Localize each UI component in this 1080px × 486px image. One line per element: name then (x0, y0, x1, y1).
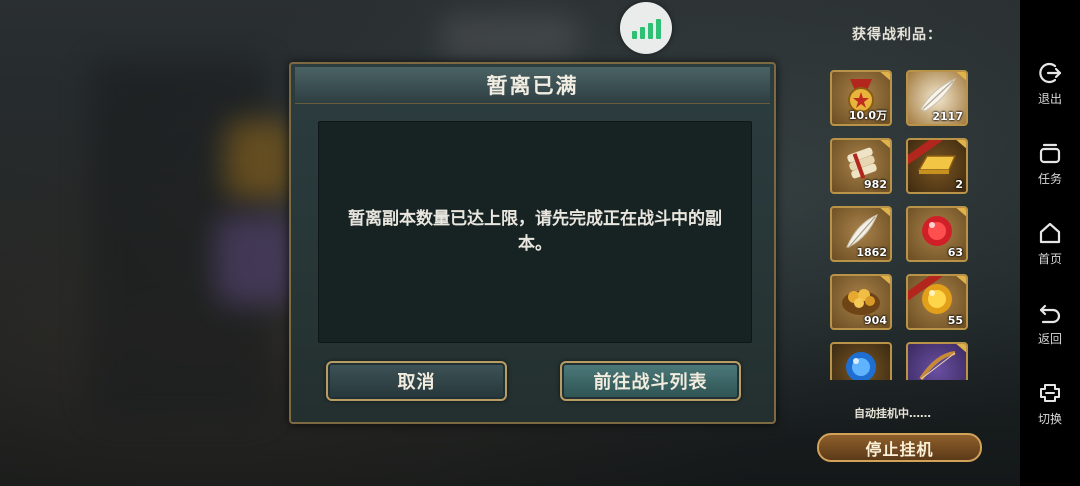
silver-feather-art (920, 77, 957, 112)
red-orb-icon[interactable]: 63 (906, 206, 968, 262)
auto-battle-status: 自动挂机中…… (854, 407, 931, 420)
nav-exit[interactable]: 退出 (1020, 60, 1080, 116)
exit-icon (1039, 62, 1062, 84)
loot-count: 2117 (932, 110, 963, 123)
nav-switch[interactable]: 切换 (1020, 380, 1080, 436)
loot-title: 获得战利品： (852, 27, 942, 43)
signal-bar (639, 27, 645, 39)
blue-orb-art (846, 351, 876, 380)
purple-bow-art (919, 350, 956, 380)
gold-medal-icon[interactable]: 10.0万 (830, 70, 892, 126)
home-icon (1039, 222, 1061, 244)
cancel-button[interactable]: 取消 (326, 361, 507, 401)
rarity-corner (954, 208, 966, 218)
scroll-bundle-art (847, 147, 877, 179)
dialog-header: 暂离已满 (295, 67, 770, 104)
signal-bar (631, 31, 637, 39)
nav-label: 切换 (1037, 412, 1062, 426)
gold-nugget-pouch-icon[interactable]: 904 (830, 274, 892, 330)
dialog-title: 暂离已满 (486, 74, 579, 98)
nav-home[interactable]: 首页 (1020, 220, 1080, 276)
dialog-message: 暂离副本数量已达上限，请先完成正在战斗中的副本。 (348, 209, 722, 254)
gold-bar-icon[interactable]: 2 (906, 138, 968, 194)
loot-count: 55 (947, 314, 963, 327)
side-navigation: 退出 任务 首页 返回 切换 (1020, 0, 1080, 486)
go-to-battle-list-button[interactable]: 前往战斗列表 (560, 361, 741, 401)
signal-bar (655, 19, 661, 39)
gold-nugget-pouch-art (842, 288, 880, 315)
yellow-orb-icon[interactable]: 55 (906, 274, 968, 330)
scroll-bundle-icon[interactable]: 982 (830, 138, 892, 194)
loot-count: 63 (947, 246, 963, 259)
blurred-backdrop-shape (215, 215, 295, 305)
white-feather-art (846, 213, 878, 248)
red-orb-art (922, 215, 952, 246)
loot-count: 904 (864, 314, 887, 327)
blurred-backdrop-shape (440, 15, 580, 60)
purple-bow-icon[interactable] (906, 342, 968, 380)
nav-label: 返回 (1037, 332, 1062, 346)
rarity-corner (954, 276, 966, 286)
silver-feather-icon[interactable]: 2117 (906, 70, 968, 126)
loot-count: 982 (864, 178, 887, 191)
loot-count: 2 (955, 178, 963, 191)
rarity-corner (878, 72, 890, 82)
loot-grid[interactable]: 10.0万 2117 982 2 1862 63 904 55 (830, 70, 975, 380)
nav-label: 任务 (1037, 172, 1062, 186)
loot-count: 10.0万 (848, 109, 887, 122)
signal-bar (647, 23, 653, 39)
dispatch-full-dialog: 暂离已满 暂离副本数量已达上限，请先完成正在战斗中的副本。 取消 前往战斗列表 (289, 62, 776, 424)
back-icon (1039, 304, 1061, 324)
nav-task[interactable]: 任务 (1020, 140, 1080, 196)
nav-back[interactable]: 返回 (1020, 300, 1080, 356)
loot-count: 1862 (856, 246, 887, 259)
nav-label: 首页 (1037, 252, 1062, 266)
task-icon (1039, 143, 1061, 164)
nav-label: 退出 (1037, 92, 1062, 106)
message-panel: 暂离副本数量已达上限，请先完成正在战斗中的副本。 (318, 121, 752, 343)
gold-bar-art (917, 155, 957, 174)
stop-auto-battle-button[interactable]: 停止挂机 (817, 433, 982, 462)
network-signal-icon[interactable] (620, 2, 672, 54)
blurred-backdrop-shape (225, 120, 295, 200)
switch-icon (1040, 384, 1060, 402)
blue-orb-icon[interactable] (830, 342, 892, 380)
white-feather-icon[interactable]: 1862 (830, 206, 892, 262)
yellow-orb-art (922, 283, 952, 314)
